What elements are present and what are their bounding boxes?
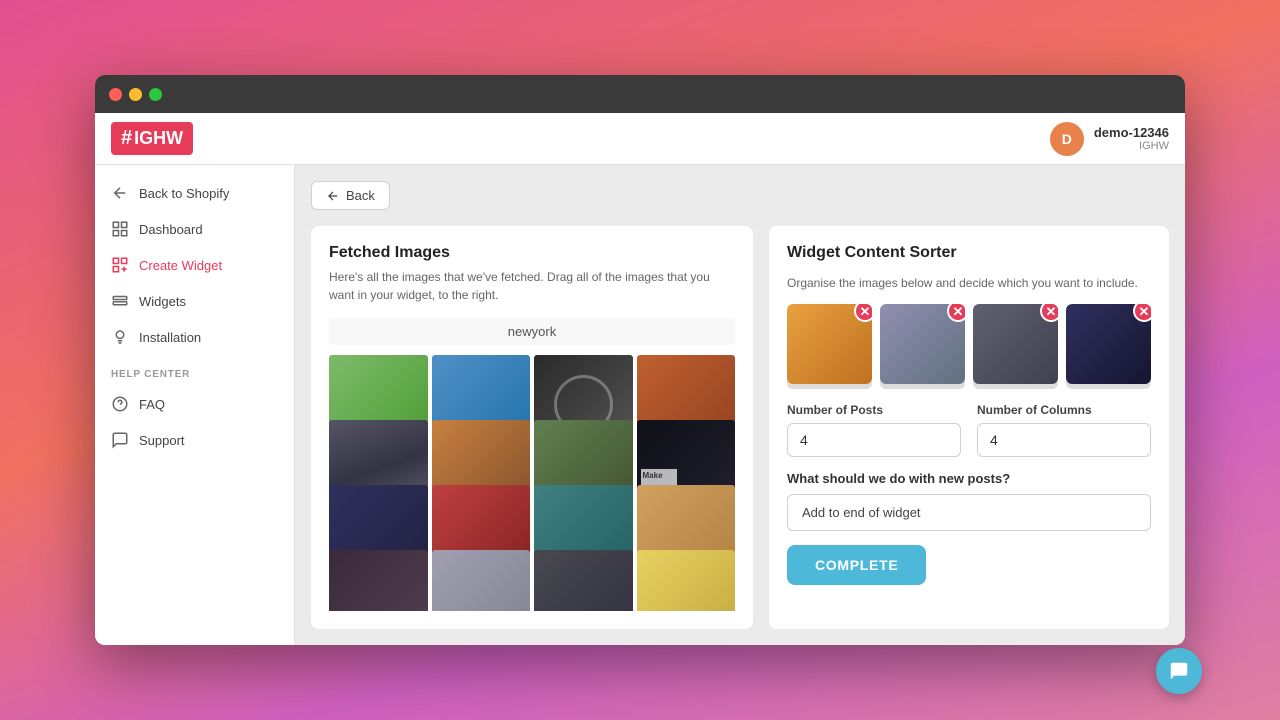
bulb-icon	[111, 328, 129, 346]
plus-grid-icon	[111, 256, 129, 274]
chat-bubble-icon	[1168, 660, 1190, 682]
new-posts-question: What should we do with new posts?	[787, 471, 1151, 486]
num-posts-group: Number of Posts	[787, 403, 961, 457]
top-bar: # IGHW D demo-12346 IGHW	[95, 113, 1185, 165]
back-arrow-icon	[326, 189, 340, 203]
sidebar-label-create-widget: Create Widget	[139, 258, 222, 273]
grid-img-14[interactable]	[432, 550, 531, 611]
avatar: D	[1050, 122, 1084, 156]
main-area: Back to Shopify Dashboard	[95, 165, 1185, 645]
sidebar-item-create-widget[interactable]: Create Widget	[95, 247, 294, 283]
selected-image-4[interactable]: ✕	[1066, 304, 1151, 389]
sidebar-label-widgets: Widgets	[139, 294, 186, 309]
arrow-left-icon	[111, 184, 129, 202]
user-name: demo-12346	[1094, 125, 1169, 140]
sidebar-item-widgets[interactable]: Widgets	[95, 283, 294, 319]
num-columns-input[interactable]	[977, 423, 1151, 457]
selected-image-2[interactable]: ✕	[880, 304, 965, 389]
panels: Fetched Images Here's all the images tha…	[311, 226, 1169, 629]
sidebar-label-faq: FAQ	[139, 397, 165, 412]
browser-dots	[109, 88, 162, 101]
new-posts-option[interactable]: Add to end of widget	[787, 494, 1151, 531]
chat-button[interactable]	[1156, 648, 1202, 694]
question-icon	[111, 395, 129, 413]
form-row-posts-columns: Number of Posts Number of Columns	[787, 403, 1151, 457]
grid-img-15[interactable]	[534, 550, 633, 611]
user-area: D demo-12346 IGHW	[1050, 122, 1169, 156]
sidebar-item-support[interactable]: Support	[95, 422, 294, 458]
selected-image-3[interactable]: ✕	[973, 304, 1058, 389]
sidebar-label-back: Back to Shopify	[139, 186, 229, 201]
num-posts-label: Number of Posts	[787, 403, 961, 417]
help-section-label: HELP CENTER	[95, 355, 294, 386]
dot-maximize[interactable]	[149, 88, 162, 101]
sidebar-item-dashboard[interactable]: Dashboard	[95, 211, 294, 247]
num-columns-label: Number of Columns	[977, 403, 1151, 417]
logo-brand: IGHW	[134, 128, 183, 149]
sidebar: Back to Shopify Dashboard	[95, 165, 295, 645]
right-panel: Widget Content Sorter Organise the image…	[769, 226, 1169, 629]
grid-icon	[111, 220, 129, 238]
sidebar-label-installation: Installation	[139, 330, 201, 345]
app-container: # IGHW D demo-12346 IGHW	[95, 113, 1185, 645]
user-sub: IGHW	[1094, 140, 1169, 152]
num-columns-group: Number of Columns	[977, 403, 1151, 457]
grid-img-13[interactable]	[329, 550, 428, 611]
app-layout: # IGHW D demo-12346 IGHW	[95, 113, 1185, 645]
sidebar-item-installation[interactable]: Installation	[95, 319, 294, 355]
sidebar-label-support: Support	[139, 433, 185, 448]
browser-titlebar	[95, 75, 1185, 113]
back-button[interactable]: Back	[311, 181, 390, 210]
num-posts-input[interactable]	[787, 423, 961, 457]
left-panel: Fetched Images Here's all the images tha…	[311, 226, 753, 629]
chat-icon	[111, 431, 129, 449]
logo: # IGHW	[111, 122, 193, 155]
logo-hash: #	[121, 127, 132, 150]
back-button-label: Back	[346, 188, 375, 203]
selected-image-1[interactable]: ✕	[787, 304, 872, 389]
dot-minimize[interactable]	[129, 88, 142, 101]
sidebar-item-faq[interactable]: FAQ	[95, 386, 294, 422]
sidebar-item-back-to-shopify[interactable]: Back to Shopify	[95, 175, 294, 211]
dot-close[interactable]	[109, 88, 122, 101]
left-panel-desc: Here's all the images that we've fetched…	[329, 268, 735, 304]
complete-button[interactable]: COMPLETE	[787, 545, 926, 585]
right-panel-desc: Organise the images below and decide whi…	[787, 276, 1151, 290]
stack-icon	[111, 292, 129, 310]
image-grid: Make	[329, 355, 735, 611]
left-panel-title: Fetched Images	[329, 244, 735, 262]
sidebar-label-dashboard: Dashboard	[139, 222, 203, 237]
tag-filter[interactable]: newyork	[329, 318, 735, 345]
user-info: demo-12346 IGHW	[1094, 125, 1169, 152]
new-posts-section: What should we do with new posts? Add to…	[787, 471, 1151, 531]
complete-section: COMPLETE	[787, 545, 1151, 585]
right-panel-title: Widget Content Sorter	[787, 244, 1151, 262]
selected-images: ✕ ✕ ✕	[787, 304, 1151, 389]
grid-img-16[interactable]	[637, 550, 736, 611]
content-area: Back Fetched Images Here's all the image…	[295, 165, 1185, 645]
